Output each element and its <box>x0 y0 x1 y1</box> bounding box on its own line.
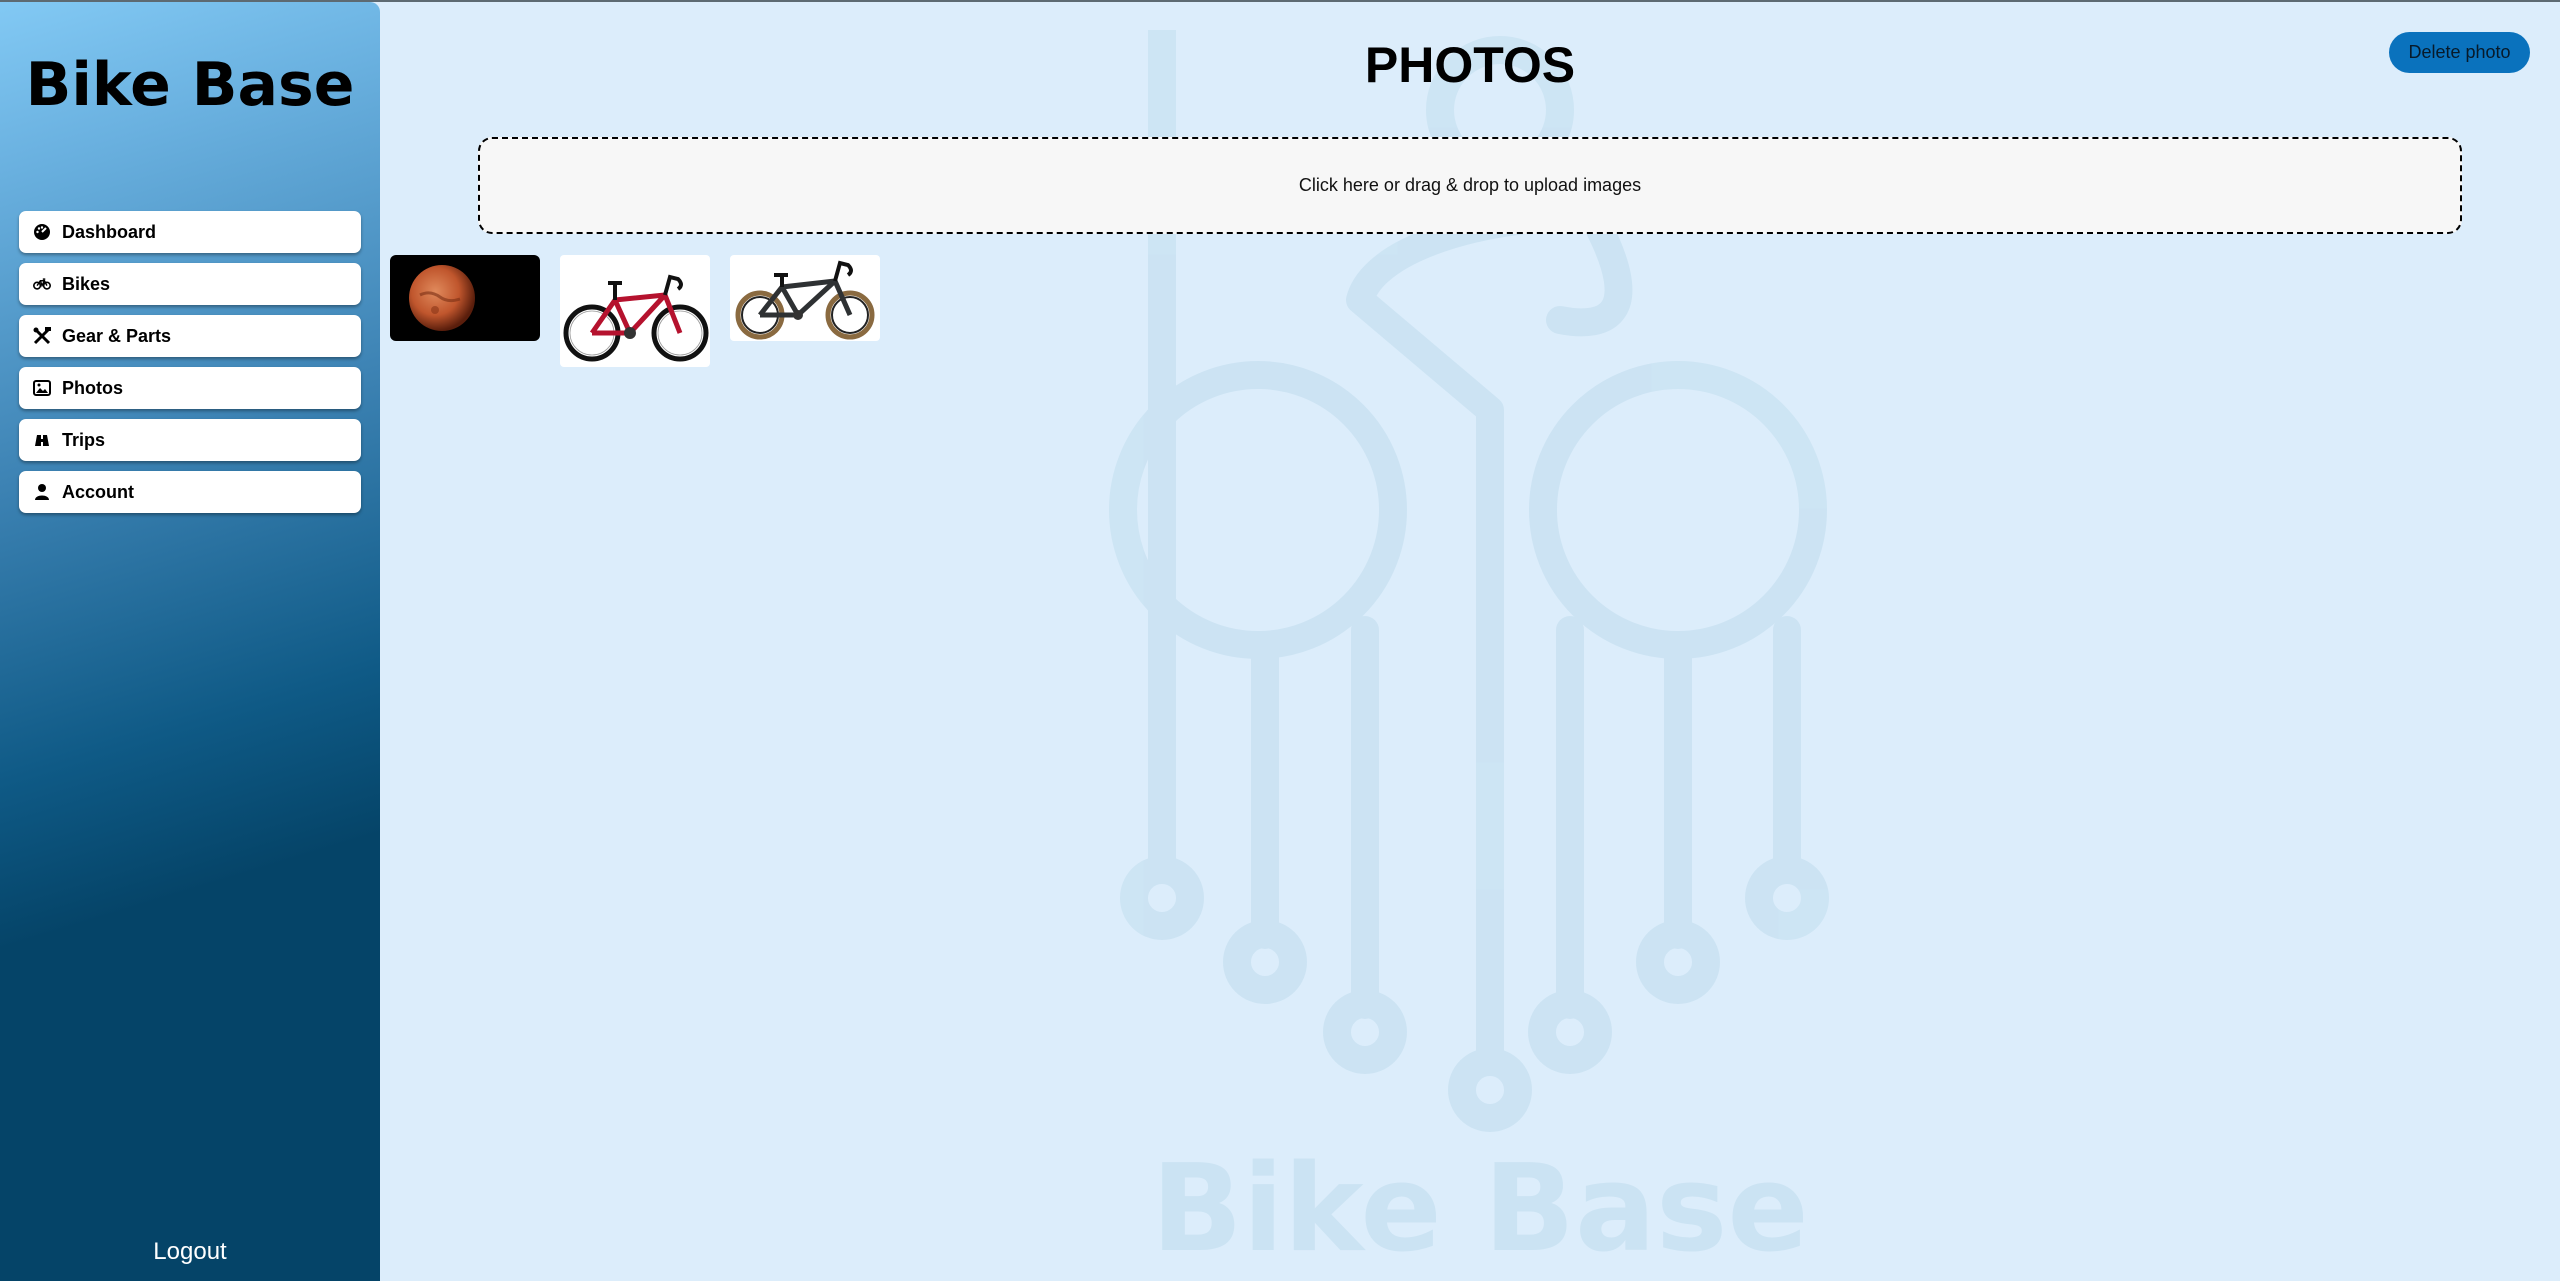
tools-icon <box>33 327 51 345</box>
page-title: PHOTOS <box>1364 37 1576 93</box>
sidebar-item-label: Dashboard <box>62 221 157 242</box>
brand-title: Bike Base <box>25 50 355 120</box>
sidebar-item-label: Trips <box>62 429 106 450</box>
upload-dropzone[interactable]: Click here or drag & drop to upload imag… <box>478 137 2462 234</box>
sidebar-item-photos[interactable]: Photos <box>19 367 361 409</box>
dashboard-icon <box>33 223 51 241</box>
user-icon <box>33 483 51 501</box>
window-top-border <box>0 0 2560 2</box>
sidebar: Bike Base Dashboard Bikes Gear & Parts P… <box>0 2 380 1281</box>
sidebar-item-label: Account <box>62 481 134 502</box>
sidebar-item-gear-parts[interactable]: Gear & Parts <box>19 315 361 357</box>
photo-thumbnail-grey-bike[interactable] <box>730 255 880 341</box>
logout-link[interactable]: Logout <box>0 1238 380 1266</box>
sidebar-item-trips[interactable]: Trips <box>19 419 361 461</box>
sidebar-item-dashboard[interactable]: Dashboard <box>19 211 361 253</box>
image-icon <box>33 379 51 397</box>
sidebar-item-bikes[interactable]: Bikes <box>19 263 361 305</box>
binoculars-icon <box>33 431 51 449</box>
sidebar-item-account[interactable]: Account <box>19 471 361 513</box>
delete-photo-button[interactable]: Delete photo <box>2389 32 2530 73</box>
photo-thumbnail-mars[interactable] <box>390 255 540 341</box>
sidebar-item-label: Bikes <box>62 273 111 294</box>
sidebar-nav: Dashboard Bikes Gear & Parts Photos Trip… <box>19 211 361 523</box>
photo-thumbnail-red-bike[interactable] <box>560 255 710 367</box>
svg-text:Bike Base: Bike Base <box>1151 1140 1809 1270</box>
bike-icon <box>33 275 51 293</box>
sidebar-item-label: Gear & Parts <box>62 325 172 346</box>
dropzone-text: Click here or drag & drop to upload imag… <box>1298 175 1642 195</box>
sidebar-item-label: Photos <box>62 377 123 398</box>
